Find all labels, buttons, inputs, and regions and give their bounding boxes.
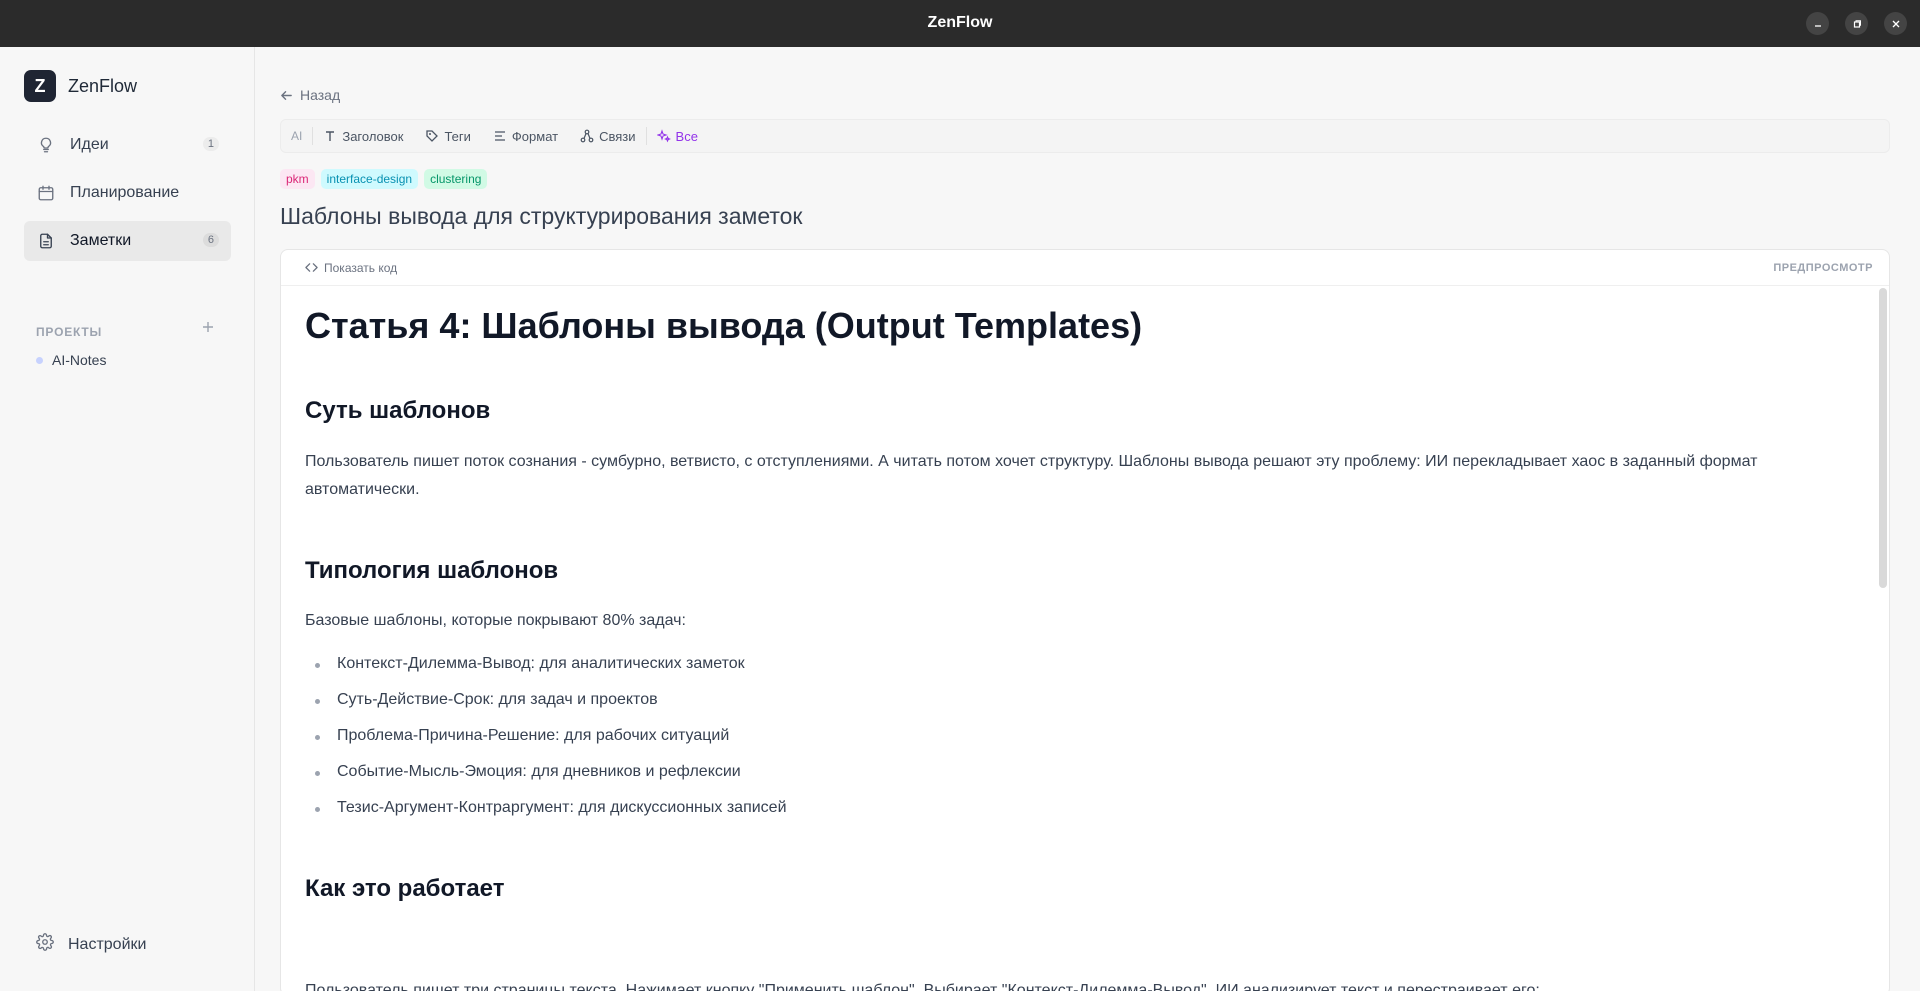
count-badge: 6 <box>202 233 219 247</box>
toolbar-divider <box>312 127 314 145</box>
document-icon <box>36 231 56 251</box>
close-icon <box>1892 20 1899 27</box>
minimize-icon <box>1814 24 1821 27</box>
code-icon <box>305 263 318 272</box>
count-badge: 1 <box>202 137 219 151</box>
document-header: Показать код ПРЕДПРОСМОТР <box>281 250 1889 286</box>
list-item: Тезис-Аргумент-Контраргумент: для дискус… <box>315 799 787 816</box>
doc-heading-1: Статья 4: Шаблоны вывода (Output Templat… <box>305 305 1143 346</box>
ai-all-button[interactable]: Все <box>656 128 698 144</box>
align-left-icon <box>493 129 507 143</box>
list-item: Контекст-Дилемма-Вывод: для аналитически… <box>315 655 745 672</box>
minimize-button[interactable] <box>1806 12 1829 35</box>
brand-logo: Z <box>24 70 56 102</box>
sidebar-item-ideas[interactable]: Идеи 1 <box>24 125 231 165</box>
window-title: ZenFlow <box>927 14 993 31</box>
list-item: Суть-Действие-Срок: для задач и проектов <box>315 691 658 708</box>
tag-chip[interactable]: interface-design <box>320 169 419 189</box>
title-bar: ZenFlow <box>0 0 1920 47</box>
project-item-ai-notes[interactable]: AI-Notes <box>36 352 106 368</box>
sidebar-item-label: Планирование <box>70 184 180 201</box>
ai-tags-label: Теги <box>444 128 471 144</box>
tag-icon <box>425 129 439 143</box>
brand[interactable]: Z ZenFlow <box>24 70 137 102</box>
sparkles-icon <box>656 129 671 143</box>
restore-icon <box>1853 19 1861 28</box>
project-label: AI-Notes <box>52 352 107 368</box>
tag-chip[interactable]: clustering <box>424 169 488 189</box>
projects-header: ПРОЕКТЫ <box>36 325 103 339</box>
add-project-button[interactable] <box>200 319 216 335</box>
show-code-button[interactable]: Показать код <box>305 261 397 275</box>
back-label: Назад <box>300 87 341 103</box>
ai-toolbar: AI Заголовок Теги Формат Связи Все <box>280 119 1890 153</box>
document-body[interactable]: Статья 4: Шаблоны вывода (Output Templat… <box>281 287 1873 991</box>
settings-button[interactable]: Настройки <box>36 933 146 956</box>
toolbar-divider <box>645 127 647 145</box>
note-title[interactable]: Шаблоны вывода для структурирования заме… <box>280 203 803 230</box>
ai-title-label: Заголовок <box>342 128 404 144</box>
doc-heading-how: Как это работает <box>305 875 505 902</box>
ai-tags-button[interactable]: Теги <box>425 128 471 144</box>
project-color-dot <box>36 356 43 364</box>
preview-label: ПРЕДПРОСМОТР <box>1773 262 1873 274</box>
text-icon <box>323 129 337 143</box>
list-item: Событие-Мысль-Эмоция: для дневников и ре… <box>315 763 741 780</box>
doc-paragraph: Пользователь пишет три страницы текста. … <box>305 982 1540 991</box>
doc-heading-typology: Типология шаблонов <box>305 557 559 584</box>
sidebar-item-planning[interactable]: Планирование <box>24 173 231 213</box>
sidebar-item-notes[interactable]: Заметки 6 <box>24 221 231 261</box>
tag-list: pkm interface-design clustering <box>280 169 493 189</box>
back-button[interactable]: Назад <box>280 87 340 103</box>
ai-label: AI <box>291 129 303 143</box>
plus-icon <box>203 322 213 332</box>
sidebar-item-label: Идеи <box>70 136 109 153</box>
show-code-label: Показать код <box>324 260 398 275</box>
gear-icon <box>36 933 54 956</box>
calendar-icon <box>36 183 56 203</box>
tag-chip[interactable]: pkm <box>280 169 315 189</box>
maximize-button[interactable] <box>1845 12 1868 35</box>
close-button[interactable] <box>1884 12 1907 35</box>
doc-paragraph: Пользователь пишет поток сознания - сумб… <box>305 453 1758 498</box>
ai-title-button[interactable]: Заголовок <box>323 129 403 144</box>
list-item: Проблема-Причина-Решение: для рабочих си… <box>314 727 730 744</box>
doc-paragraph: Базовые шаблоны, которые покрывают 80% з… <box>305 612 686 629</box>
sidebar: Z ZenFlow Идеи 1 Планирование Заметки 6 … <box>0 47 255 991</box>
ai-links-label: Связи <box>599 128 636 144</box>
brand-name: ZenFlow <box>68 75 138 96</box>
scrollbar[interactable] <box>1879 288 1887 588</box>
sidebar-item-label: Заметки <box>70 232 132 249</box>
ai-all-label: Все <box>675 128 698 144</box>
doc-heading-essence: Суть шаблонов <box>305 397 491 424</box>
main-content: Назад AI Заголовок Теги Формат Связи Все… <box>256 47 1920 991</box>
arrow-left-icon <box>281 90 292 100</box>
ai-links-button[interactable]: Связи <box>580 128 636 144</box>
ai-format-button[interactable]: Формат <box>493 129 558 144</box>
document-preview: Показать код ПРЕДПРОСМОТР Статья 4: Шабл… <box>280 249 1890 991</box>
ai-format-label: Формат <box>511 128 559 144</box>
settings-label: Настройки <box>68 935 147 953</box>
network-icon <box>580 129 594 143</box>
lightbulb-icon <box>36 135 56 155</box>
